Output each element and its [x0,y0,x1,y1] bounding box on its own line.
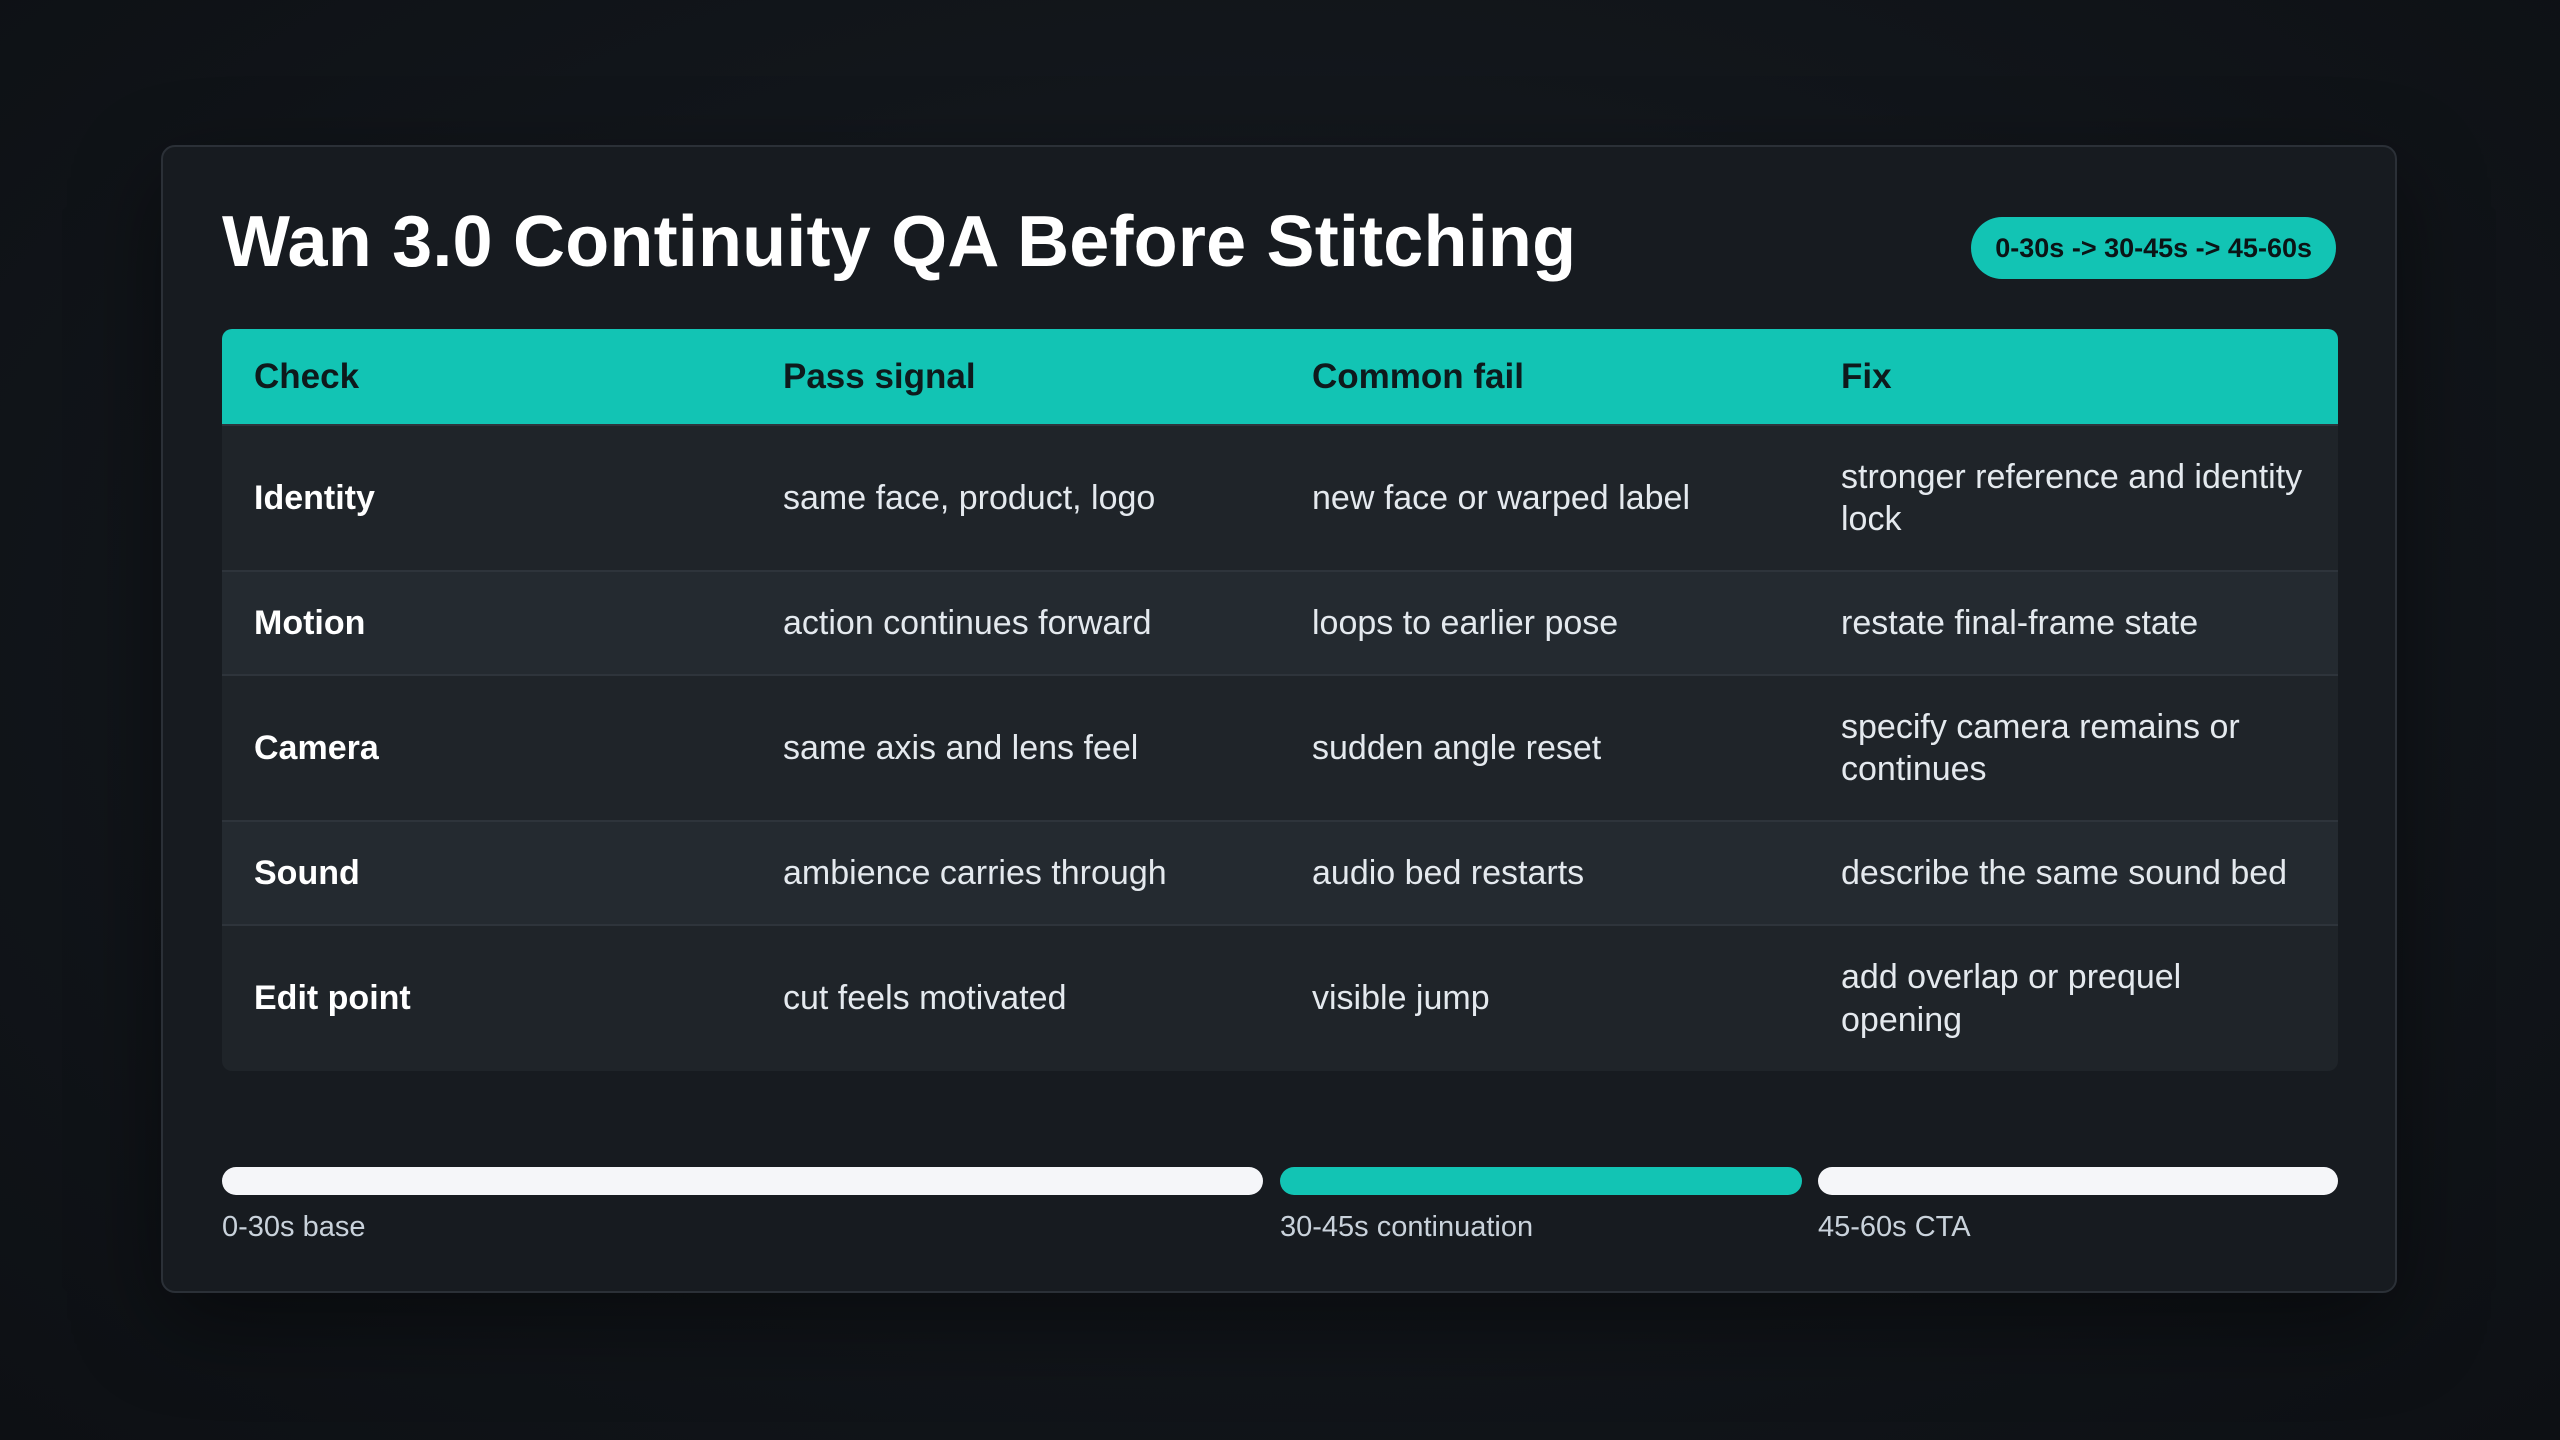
pass-signal-cell: action continues forward [783,603,1152,642]
column-header-pass-signal: Pass signal [783,356,976,396]
common-fail-cell: sudden angle reset [1312,728,1602,767]
table-row: Motion action continues forward loops to… [222,571,2338,675]
timeline: 0-30s base 30-45s continuation 45-60s CT… [222,1167,2338,1257]
common-fail-cell: audio bed restarts [1312,853,1585,892]
timing-badge: 0-30s -> 30-45s -> 45-60s [1971,217,2336,279]
check-cell: Edit point [254,979,411,1018]
timeline-bar-cta [1818,1167,2338,1195]
column-header-check: Check [254,356,360,396]
column-header-common-fail: Common fail [1312,356,1524,396]
common-fail-cell: new face or warped label [1312,478,1691,517]
table-row: Camera same axis and lens feel sudden an… [222,675,2338,821]
fix-cell: describe the same sound bed [1841,853,2288,892]
pass-signal-cell: same face, product, logo [783,478,1156,517]
timeline-label-cta: 45-60s CTA [1818,1211,1971,1243]
check-cell: Identity [254,478,375,517]
fix-cell: specify camera remains or continues [1841,707,2240,789]
table-row: Edit point cut feels motivated visible j… [222,925,2338,1071]
timeline-segment-continuation: 30-45s continuation [1280,1167,1802,1244]
timeline-bar-base [222,1167,1263,1195]
timeline-label-continuation: 30-45s continuation [1280,1211,1534,1243]
timeline-segment-base: 0-30s base [222,1167,1263,1244]
table-header-row: Check Pass signal Common fail Fix [222,329,2338,425]
pass-signal-cell: cut feels motivated [783,979,1067,1018]
timeline-segment-cta: 45-60s CTA [1818,1167,2338,1244]
common-fail-cell: loops to earlier pose [1312,603,1619,642]
timeline-bar-continuation [1280,1167,1802,1195]
table-row: Sound ambience carries through audio bed… [222,821,2338,925]
check-cell: Motion [254,603,366,642]
qa-card: Wan 3.0 Continuity QA Before Stitching 0… [161,145,2397,1293]
page-title: Wan 3.0 Continuity QA Before Stitching [222,202,1577,282]
timeline-label-base: 0-30s base [222,1211,366,1243]
check-cell: Camera [254,728,379,767]
fix-cell: stronger reference and identity lock [1841,457,2303,539]
column-header-fix: Fix [1841,356,1892,396]
table-row: Identity same face, product, logo new fa… [222,425,2338,571]
check-cell: Sound [254,853,360,892]
pass-signal-cell: same axis and lens feel [783,728,1139,767]
fix-cell: restate final-frame state [1841,603,2199,642]
fix-cell: add overlap or prequel opening [1841,958,2182,1039]
pass-signal-cell: ambience carries through [783,853,1167,892]
common-fail-cell: visible jump [1312,979,1490,1018]
continuity-qa-table: Check Pass signal Common fail Fix Identi… [222,329,2338,1071]
